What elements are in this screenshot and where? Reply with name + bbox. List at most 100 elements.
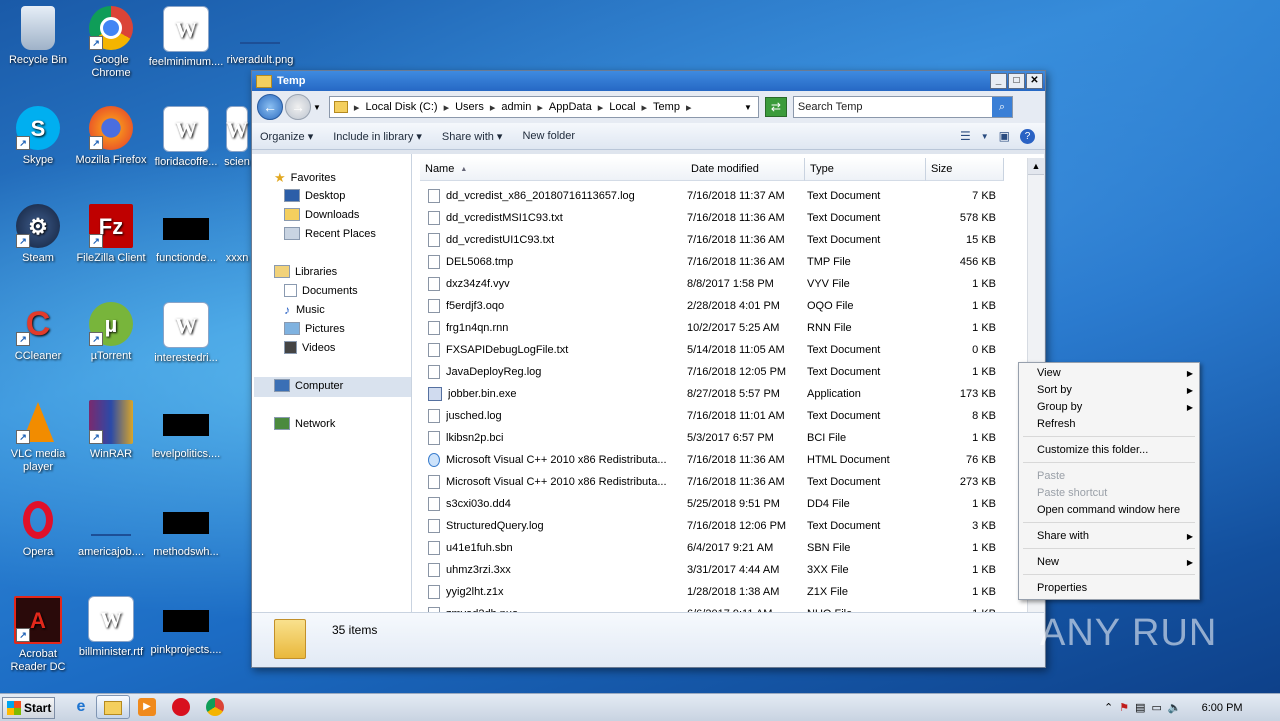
column-header-size[interactable]: Size (926, 158, 1004, 181)
desktop-icon-americajob[interactable]: americajob.... (73, 498, 149, 559)
media-player-icon[interactable]: ▶ (138, 698, 156, 716)
column-header-date[interactable]: Date modified (686, 158, 805, 181)
nav-downloads[interactable]: Downloads (284, 208, 359, 221)
desktop-icon-steam[interactable]: ⚙ ↗ Steam (0, 204, 76, 265)
breadcrumb-local-disk[interactable]: Local Disk (C:) (365, 101, 437, 113)
display-tray-icon[interactable]: ▭ (1152, 701, 1162, 714)
address-dropdown-icon[interactable]: ▼ (744, 103, 752, 112)
new-folder-button[interactable]: New folder (522, 130, 575, 142)
minimize-button[interactable]: _ (990, 73, 1007, 89)
breadcrumb-arrow[interactable]: ▸ (490, 101, 496, 114)
nav-network[interactable]: Network (274, 417, 335, 430)
file-row[interactable]: s3cxi03o.dd4 5/25/2018 9:51 PM DD4 File 1 K… (428, 493, 1008, 515)
desktop-icon-vlc[interactable]: ↗ VLC media player (0, 400, 76, 474)
desktop-icon-floridacoffee[interactable]: W floridacoffe... (148, 106, 224, 169)
nav-videos[interactable]: Videos (284, 341, 335, 354)
file-row[interactable]: frg1n4qn.rnn 10/2/2017 5:25 AM RNN File 1 K… (428, 317, 1008, 339)
breadcrumb-appdata[interactable]: AppData (549, 101, 592, 113)
action-center-icon[interactable]: ⚑ (1119, 701, 1129, 714)
address-bar[interactable]: ▸ Local Disk (C:) ▸ Users ▸ admin ▸ AppD… (328, 96, 759, 118)
desktop-icon-interestedri[interactable]: W interestedri... (148, 302, 224, 365)
file-row[interactable]: dd_vcredistUI1C93.txt 7/16/2018 11:36 AM T… (428, 229, 1008, 251)
desktop-icon-xxxn[interactable]: xxxn (222, 204, 252, 265)
desktop-icon-chrome[interactable]: ↗ Google Chrome (73, 6, 149, 80)
help-icon[interactable]: ? (1020, 128, 1035, 144)
file-row[interactable]: dd_vcredist_x86_20180716113657.log 7/16/2… (428, 185, 1008, 207)
menu-item-sort-by[interactable]: Sort by (1037, 384, 1072, 396)
window-titlebar[interactable]: Temp _ □ ✕ (252, 71, 1045, 91)
desktop-icon-ccleaner[interactable]: C ↗ CCleaner (0, 302, 76, 363)
volume-icon[interactable]: 🔈 (1168, 701, 1182, 714)
file-row[interactable]: f5erdjf3.oqo 2/28/2018 4:01 PM OQO File 1 K… (428, 295, 1008, 317)
view-options-dropdown-icon[interactable]: ▼ (981, 132, 989, 141)
breadcrumb-arrow[interactable]: ▸ (444, 101, 450, 114)
menu-item-refresh[interactable]: Refresh (1037, 418, 1076, 430)
breadcrumb-arrow[interactable]: ▸ (598, 101, 604, 114)
chrome-taskbar-icon[interactable] (206, 698, 224, 716)
file-row[interactable]: StructuredQuery.log 7/16/2018 12:06 PM Tex… (428, 515, 1008, 537)
preview-pane-icon[interactable]: ▣ (999, 129, 1010, 143)
desktop-icon-billminister[interactable]: W billminister.rtf (73, 596, 149, 659)
close-button[interactable]: ✕ (1026, 73, 1043, 89)
scroll-up-icon[interactable]: ▲ (1028, 158, 1044, 175)
search-input[interactable]: Search Temp ⌕ (792, 96, 1013, 118)
show-hidden-icons-icon[interactable]: ⌃ (1104, 701, 1113, 714)
desktop-icon-firefox[interactable]: ↗ Mozilla Firefox (73, 106, 149, 167)
desktop-icon-utorrent[interactable]: µ ↗ µTorrent (73, 302, 149, 363)
breadcrumb-local[interactable]: Local (609, 101, 635, 113)
column-header-name[interactable]: Name ▲ (420, 158, 691, 181)
desktop-icon-pinkprojects[interactable]: pinkprojects.... (148, 596, 224, 657)
desktop-icon-filezilla[interactable]: Fz ↗ FileZilla Client (73, 204, 149, 265)
menu-item-view[interactable]: View (1037, 367, 1061, 379)
nav-computer[interactable]: Computer (274, 379, 343, 392)
file-row[interactable]: lkibsn2p.bci 5/3/2017 6:57 PM BCI File 1 KB (428, 427, 1008, 449)
desktop-icon-recycle-bin[interactable]: Recycle Bin (0, 6, 76, 67)
menu-item-new[interactable]: New (1037, 556, 1059, 568)
maximize-button[interactable]: □ (1008, 73, 1025, 89)
network-tray-icon[interactable]: ▤ (1135, 701, 1145, 714)
change-view-icon[interactable]: ☰ (960, 129, 971, 143)
file-row[interactable]: uhmz3rzi.3xx 3/31/2017 4:44 AM 3XX File 1 K… (428, 559, 1008, 581)
file-row[interactable]: zmvad2db.nuo6/6/2017 9:11 AMNUO File1 KB (428, 603, 1008, 612)
desktop-icon-winrar[interactable]: ↗ WinRAR (73, 400, 149, 461)
nav-pictures[interactable]: Pictures (284, 322, 345, 335)
menu-item-share-with[interactable]: Share with (1037, 530, 1089, 542)
breadcrumb-arrow[interactable]: ▸ (686, 101, 692, 114)
file-row[interactable]: Microsoft Visual C++ 2010 x86 Redistribu… (428, 471, 1008, 493)
desktop-icon-methodswh[interactable]: methodswh... (148, 498, 224, 559)
column-header-type[interactable]: Type (805, 158, 926, 181)
breadcrumb-admin[interactable]: admin (501, 101, 531, 113)
file-row[interactable]: jobber.bin.exe 8/27/2018 5:57 PM Applicati… (428, 383, 1008, 405)
file-row[interactable]: FXSAPIDebugLogFile.txt 5/14/2018 11:05 AM… (428, 339, 1008, 361)
menu-item-open-command-window[interactable]: Open command window here (1037, 504, 1180, 516)
nav-documents[interactable]: Documents (284, 284, 358, 297)
nav-music[interactable]: ♪ Music (284, 303, 325, 317)
desktop-icon-scien[interactable]: W scien (222, 106, 252, 169)
desktop-icon-skype[interactable]: S ↗ Skype (0, 106, 76, 167)
nav-favorites[interactable]: ★ Favorites (274, 170, 336, 186)
menu-item-group-by[interactable]: Group by (1037, 401, 1082, 413)
file-row[interactable]: Microsoft Visual C++ 2010 x86 Redistribu… (428, 449, 1008, 471)
file-row[interactable]: DEL5068.tmp 7/16/2018 11:36 AM TMP File 456… (428, 251, 1008, 273)
file-row[interactable]: dd_vcredistMSI1C93.txt 7/16/2018 11:36 AM… (428, 207, 1008, 229)
opera-taskbar-icon[interactable] (172, 698, 190, 716)
back-button[interactable]: ← (257, 94, 283, 120)
internet-explorer-icon[interactable]: e (72, 698, 90, 716)
file-row[interactable]: dxz34z4f.vyv 8/8/2017 1:58 PM VYV File 1 KB (428, 273, 1008, 295)
organize-menu[interactable]: Organize ▾ (260, 130, 313, 143)
include-in-library-menu[interactable]: Include in library ▾ (333, 130, 422, 143)
breadcrumb-arrow[interactable]: ▸ (642, 101, 648, 114)
start-button[interactable]: Start (2, 697, 55, 719)
breadcrumb-users[interactable]: Users (455, 101, 484, 113)
desktop-icon-acrobat[interactable]: A ↗ Acrobat Reader DC (0, 596, 76, 674)
nav-libraries[interactable]: Libraries (274, 265, 337, 278)
desktop-icon-riveradult[interactable]: riveradult.png (222, 6, 298, 67)
breadcrumb-arrow[interactable]: ▸ (354, 101, 360, 114)
desktop-icon-feelminimum[interactable]: W feelminimum.... (148, 6, 224, 69)
desktop-icon-functionde[interactable]: functionde... (148, 204, 224, 265)
file-row[interactable]: yyig2lht.z1x 1/28/2018 1:38 AM Z1X File 1 K… (428, 581, 1008, 603)
refresh-button[interactable]: ⇄ (764, 97, 787, 117)
menu-item-customize[interactable]: Customize this folder... (1037, 444, 1148, 456)
file-row[interactable]: jusched.log 7/16/2018 11:01 AM Text Docume… (428, 405, 1008, 427)
forward-button[interactable]: → (285, 94, 311, 120)
